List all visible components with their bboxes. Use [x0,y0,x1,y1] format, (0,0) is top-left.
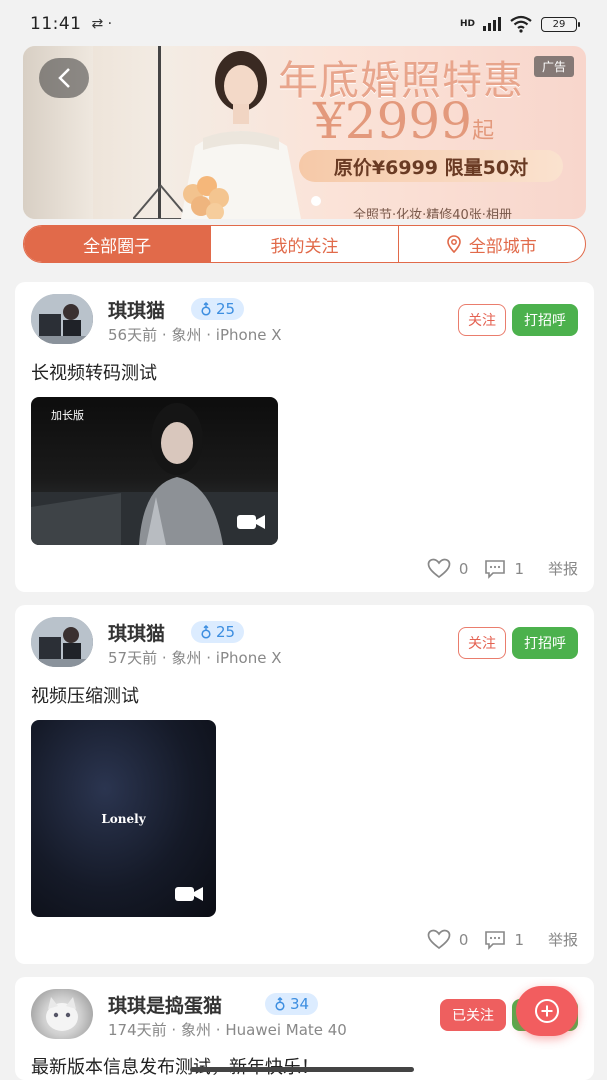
banner-detail: 全照节·化妆·精修40张·相册 [353,208,512,219]
report-button[interactable]: 举报 [548,558,578,579]
greet-button[interactable]: 打招呼 [512,627,578,659]
follow-button[interactable]: 关注 [458,304,506,336]
comment-icon [485,930,506,950]
follow-button[interactable]: 关注 [458,627,506,659]
home-indicator[interactable] [190,1067,414,1072]
back-button[interactable] [39,58,89,98]
post-city: 象州 [180,1021,211,1039]
battery-icon: 29 [541,16,580,32]
username[interactable]: 琪琪是捣蛋猫 [108,991,222,1018]
meta-separator: · [161,649,167,667]
age-value: 25 [216,623,236,641]
create-post-button[interactable] [516,986,578,1036]
heart-icon [427,558,451,579]
network-type: HD [459,19,475,29]
carousel-dot [311,196,321,206]
signal-icon [483,17,501,31]
post-text: 视频压缩测试 [31,686,139,707]
tab-label: 全部圈子 [83,236,152,257]
post-device: iPhone X [215,326,282,344]
comment-count: 1 [514,930,524,949]
like-count: 0 [458,559,469,578]
greet-button[interactable]: 打招呼 [512,304,578,336]
meta-separator: · [161,326,167,344]
banner-price-suffix: 起 [472,119,495,144]
plus-icon [535,999,559,1023]
wifi-icon [510,15,532,33]
tab-label: 我的关注 [270,236,339,257]
tab-all-cities[interactable]: 全部城市 [399,226,585,262]
male-icon [201,625,211,639]
age-badge: 25 [191,298,245,320]
post-device: Huawei Mate 40 [225,1021,347,1039]
post-actions: 0 1 举报 [427,929,578,950]
age-badge: 25 [191,621,245,643]
avatar[interactable] [31,294,93,344]
video-caption: Lonely [101,812,146,826]
tab-all-circles[interactable]: 全部圈子 [24,226,212,262]
heart-icon [427,929,451,950]
post-city: 象州 [171,649,202,667]
banner-price: ¥2999起 [313,92,494,150]
post-meta: 174天前 · 象州 · Huawei Mate 40 [108,1019,347,1040]
carousel-dots [311,196,321,206]
meta-separator: · [215,1021,221,1039]
male-icon [275,997,285,1011]
ad-badge: 广告 [533,56,574,77]
post-card: 琪琪是捣蛋猫 34 174天前 · 象州 · Huawei Mate 40 已关… [15,977,594,1080]
video-thumbnail[interactable]: Lonely [31,720,216,917]
post-card: 琪琪猫 25 57天前 · 象州 · iPhone X 关注 打招呼 视频压缩测… [15,605,594,964]
age-value: 25 [216,300,236,318]
username[interactable]: 琪琪猫 [108,296,165,323]
post-time: 56天前 [108,326,158,344]
battery-level: 29 [552,18,566,30]
post-card: 琪琪猫 25 56天前 · 象州 · iPhone X 关注 打招呼 长视频转码… [15,282,594,592]
video-camera-icon [175,887,203,901]
post-actions: 0 1 举报 [427,558,578,579]
video-label: 加长版 [51,409,84,422]
usb-icon: ⇄ · [91,16,113,32]
chevron-left-icon [58,68,70,88]
meta-separator: · [206,649,212,667]
male-icon [201,302,211,316]
post-city: 象州 [171,326,202,344]
post-meta: 57天前 · 象州 · iPhone X [108,647,281,668]
age-value: 34 [290,995,310,1013]
filter-tabs: 全部圈子 我的关注 全部城市 [23,225,586,263]
avatar[interactable] [31,989,93,1039]
video-thumbnail[interactable]: 加长版 [31,397,278,545]
tab-label: 全部城市 [468,236,537,257]
username[interactable]: 琪琪猫 [108,619,165,646]
post-device: iPhone X [215,649,282,667]
like-button[interactable]: 0 [427,929,469,950]
post-text: 长视频转码测试 [31,363,157,384]
comment-button[interactable]: 1 [484,930,524,950]
like-count: 0 [458,930,469,949]
tab-my-follows[interactable]: 我的关注 [211,226,399,262]
meta-separator: · [206,326,212,344]
report-button[interactable]: 举报 [548,929,578,950]
post-text: 最新版本信息发布测试，新年快乐！ [31,1057,319,1078]
post-meta: 56天前 · 象州 · iPhone X [108,324,281,345]
banner-subline: 原价¥6999 限量50对 [299,150,563,182]
comment-icon [485,559,506,579]
meta-separator: · [171,1021,177,1039]
ad-banner[interactable]: 年底婚照特惠 ¥2999起 原价¥6999 限量50对 全照节·化妆·精修40张… [23,46,586,219]
comment-count: 1 [514,559,524,578]
post-time: 57天前 [108,649,158,667]
banner-price-amount: ¥2999 [313,92,473,150]
age-badge: 34 [265,993,319,1015]
status-time: 11:41 [30,14,82,34]
video-camera-icon [237,515,265,529]
comment-button[interactable]: 1 [484,559,524,579]
status-bar: 11:41 ⇄ · HD 29 [0,0,607,48]
followed-button[interactable]: 已关注 [440,999,506,1031]
post-time: 174天前 [108,1021,167,1039]
location-pin-icon [447,235,461,253]
like-button[interactable]: 0 [427,558,469,579]
avatar[interactable] [31,617,93,667]
